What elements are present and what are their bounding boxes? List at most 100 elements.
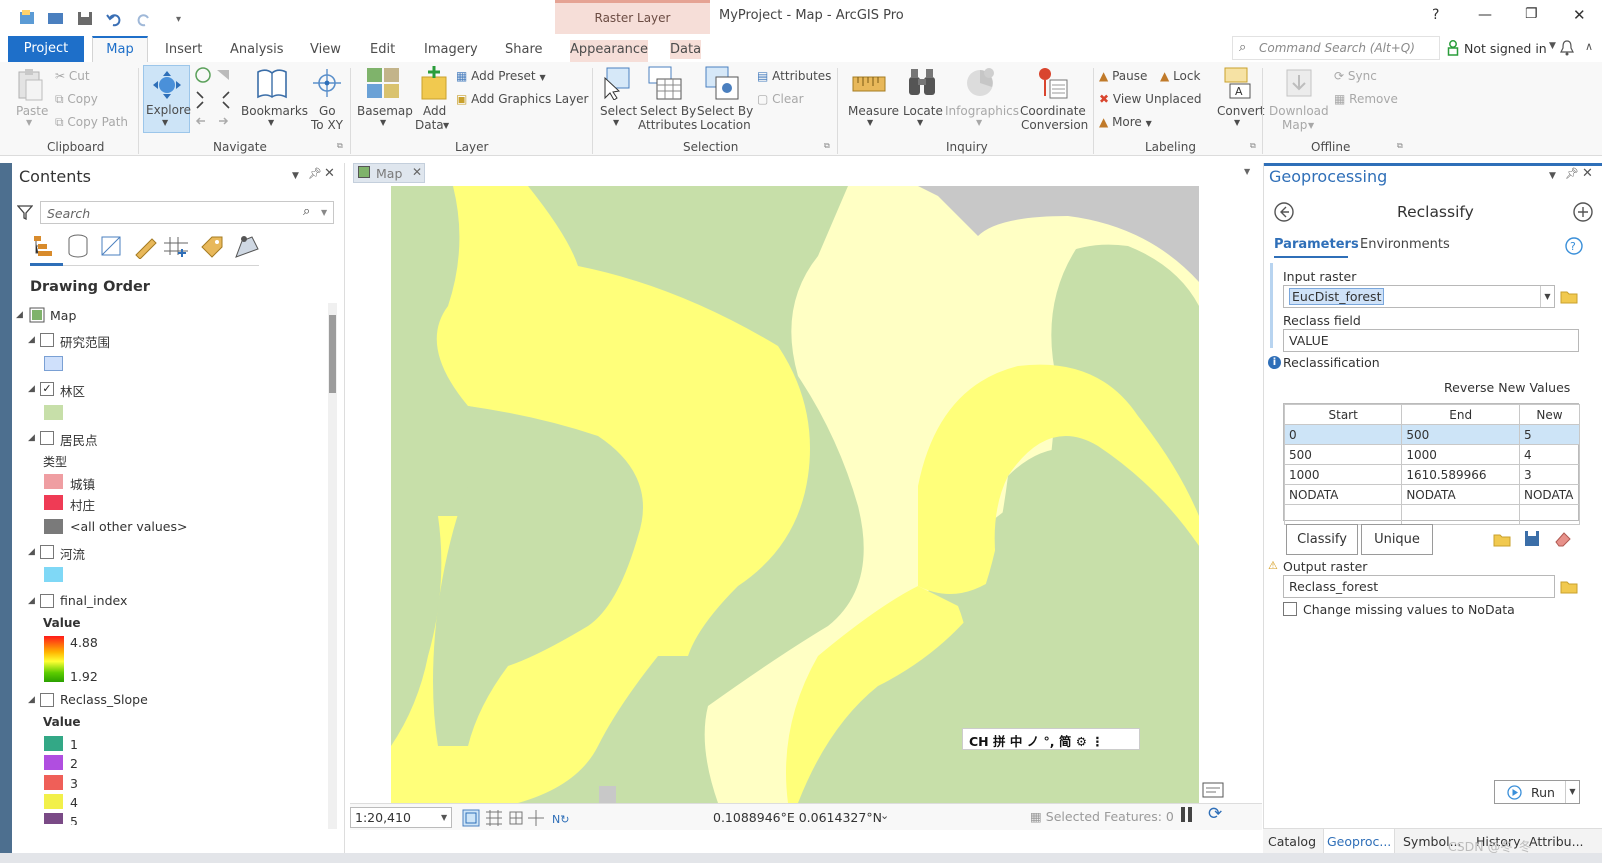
- tab-data[interactable]: Data: [670, 40, 702, 59]
- scale-selector[interactable]: 1:20,410 ▼: [350, 807, 452, 828]
- table-cell[interactable]: 500: [1401, 424, 1520, 445]
- list-by-drawing-order-icon[interactable]: [34, 236, 52, 256]
- paste-button[interactable]: Paste: [16, 104, 48, 118]
- goto-label-2[interactable]: To XY: [311, 118, 343, 132]
- table-row[interactable]: 500 1000 4: [1283, 444, 1580, 465]
- add-tool-icon[interactable]: [1572, 201, 1594, 223]
- copy-path-button[interactable]: ⧉ Copy Path: [55, 115, 128, 130]
- eraser-icon[interactable]: [1554, 530, 1572, 547]
- customize-qat-icon[interactable]: ▾: [176, 14, 181, 25]
- layer-visibility-checkbox[interactable]: ✓: [40, 382, 54, 396]
- basemap-dropdown-icon[interactable]: ▼: [380, 118, 386, 127]
- classify-button[interactable]: Classify: [1286, 524, 1358, 555]
- map-node-label[interactable]: Map: [50, 308, 76, 323]
- coordinate-conversion-label-1[interactable]: Coordinate: [1020, 104, 1086, 118]
- collapse-ribbon-icon[interactable]: ∧: [1585, 40, 1593, 53]
- list-by-selection-icon[interactable]: [101, 236, 121, 256]
- basemap-button[interactable]: Basemap: [357, 104, 413, 118]
- view-tabs-dropdown-icon[interactable]: ▼: [1244, 167, 1250, 176]
- pause-labeling-button[interactable]: ▲ Pause: [1099, 69, 1147, 83]
- tab-appearance[interactable]: Appearance: [570, 40, 649, 62]
- locate-binoculars-icon[interactable]: [907, 67, 937, 99]
- contents-scroll-thumb[interactable]: [329, 315, 336, 393]
- table-cell[interactable]: 3: [1519, 464, 1580, 485]
- list-by-labeling-icon[interactable]: [201, 236, 223, 258]
- fixed-zoom-icon[interactable]: [462, 809, 480, 827]
- table-cell[interactable]: 1610.589966: [1401, 464, 1520, 485]
- map-notes-icon[interactable]: [1202, 781, 1224, 799]
- layer-expand-icon[interactable]: ◢: [28, 433, 35, 443]
- table-row[interactable]: 1000 1610.589966 3: [1283, 464, 1580, 485]
- add-data-label-2[interactable]: Data: [415, 118, 444, 132]
- paste-icon[interactable]: [16, 68, 46, 104]
- save-project-icon[interactable]: [78, 12, 92, 25]
- tab-edit[interactable]: Edit: [370, 42, 395, 57]
- column-header-start[interactable]: Start: [1283, 404, 1403, 425]
- signin-status[interactable]: Not signed in: [1464, 41, 1547, 56]
- tab-project[interactable]: Project: [8, 36, 84, 62]
- map-expand-icon[interactable]: ◢: [16, 310, 23, 320]
- table-row[interactable]: NODATA NODATA NODATA: [1283, 484, 1580, 505]
- layer-visibility-checkbox[interactable]: [40, 333, 54, 347]
- table-cell[interactable]: [1519, 504, 1580, 525]
- layer-visibility-checkbox[interactable]: [40, 545, 54, 559]
- table-cell[interactable]: NODATA: [1519, 484, 1580, 505]
- column-header-new[interactable]: New: [1519, 404, 1580, 425]
- load-table-folder-icon[interactable]: [1493, 532, 1511, 547]
- table-cell[interactable]: 1000: [1283, 464, 1403, 485]
- grid-icon[interactable]: [486, 810, 502, 826]
- lock-labeling-button[interactable]: ▲ Lock: [1160, 69, 1200, 83]
- add-data-icon[interactable]: [418, 65, 450, 101]
- table-row-empty[interactable]: [1283, 504, 1580, 525]
- pin-icon[interactable]: 📌︎: [1565, 167, 1579, 180]
- infographics-button[interactable]: Infographics: [945, 104, 1019, 118]
- copy-button[interactable]: ⧉ Copy: [55, 92, 98, 107]
- infographics-icon[interactable]: [963, 66, 997, 100]
- measure-dropdown-icon[interactable]: ▼: [867, 118, 873, 127]
- add-graphics-layer-button[interactable]: ▣ Add Graphics Layer: [456, 92, 588, 106]
- add-preset-button[interactable]: ▦ Add Preset ▼: [456, 69, 546, 83]
- warning-icon[interactable]: ⚠: [1268, 559, 1278, 572]
- select-by-location-label-2[interactable]: Location: [700, 118, 751, 132]
- coordinate-conversion-label-2[interactable]: Conversion: [1021, 118, 1088, 132]
- tab-environments[interactable]: Environments: [1360, 237, 1450, 252]
- navigate-launcher-icon[interactable]: ⧉: [337, 141, 343, 151]
- map-view-tab[interactable]: Map ✕: [353, 163, 425, 183]
- layer-label[interactable]: 河流: [60, 544, 85, 563]
- infographics-dropdown-icon[interactable]: ▼: [976, 118, 982, 127]
- download-map-icon[interactable]: [1284, 67, 1316, 101]
- crosshair-icon[interactable]: [528, 810, 544, 826]
- coords-dropdown-icon[interactable]: ⌄: [880, 809, 889, 822]
- undo-icon[interactable]: [106, 14, 121, 27]
- map-tab-close-icon[interactable]: ✕: [412, 165, 422, 179]
- browse-folder-icon[interactable]: [1560, 289, 1578, 304]
- table-cell[interactable]: [1401, 504, 1520, 525]
- unique-button[interactable]: Unique: [1361, 524, 1433, 555]
- layer-expand-icon[interactable]: ◢: [28, 596, 35, 606]
- download-map-label-2[interactable]: Map: [1282, 118, 1307, 132]
- close-button[interactable]: ✕: [1573, 6, 1586, 24]
- contents-search-input[interactable]: Search ⌕ ▼: [40, 201, 334, 224]
- bookmarks-dropdown-icon[interactable]: ▼: [268, 118, 274, 127]
- contents-scrollbar[interactable]: [328, 303, 337, 829]
- ime-toolbar[interactable]: CH 拼 中 ノ °, 简 ⚙ ⋮: [962, 728, 1140, 750]
- layer-label[interactable]: 研究范围: [60, 332, 110, 351]
- locate-button[interactable]: Locate: [903, 104, 943, 118]
- input-raster-combobox[interactable]: EucDist_forest ▼: [1283, 285, 1555, 308]
- convert-button[interactable]: Convert: [1217, 104, 1264, 118]
- reverse-new-values-link[interactable]: Reverse New Values: [1444, 380, 1570, 395]
- basemap-icon[interactable]: [366, 67, 400, 99]
- labeling-more-button[interactable]: ▲ More ▼: [1099, 115, 1152, 129]
- convert-dropdown-icon[interactable]: ▼: [1234, 118, 1240, 127]
- selection-launcher-icon[interactable]: ⧉: [824, 141, 830, 151]
- goto-label-1[interactable]: Go: [319, 104, 336, 118]
- select-by-attributes-icon[interactable]: [647, 65, 683, 101]
- layer-label[interactable]: final_index: [60, 593, 127, 608]
- list-by-editing-icon[interactable]: [135, 238, 157, 259]
- run-button[interactable]: Run ▼: [1494, 780, 1580, 804]
- coordinate-conversion-icon[interactable]: [1035, 66, 1069, 100]
- open-project-icon[interactable]: [48, 13, 63, 24]
- explore-button[interactable]: Explore ▼: [143, 65, 191, 133]
- output-browse-folder-icon[interactable]: [1560, 579, 1578, 594]
- minimize-button[interactable]: —: [1478, 7, 1492, 23]
